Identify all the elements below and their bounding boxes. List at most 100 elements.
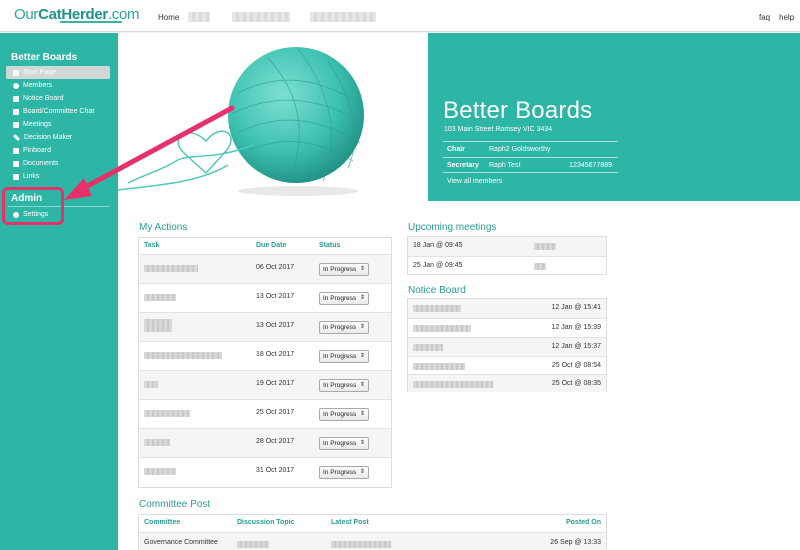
due-date: 28 Oct 2017 [256, 438, 295, 445]
committee-post-title: Committee Post [139, 499, 211, 510]
sidebar-item-start-page[interactable]: Start Page [6, 66, 110, 79]
column-header-due-date[interactable]: Due Date [256, 238, 286, 254]
list-item[interactable]: 25 Jan @ 09:45 [408, 256, 606, 275]
help-link[interactable]: help [779, 13, 794, 22]
calendar-icon [13, 121, 19, 128]
notice-board-table: 12 Jan @ 15:41 12 Jan @ 15:39 12 Jan @ 1… [407, 298, 607, 392]
organization-address: 103 Main Street Romsey VIC 3434 [444, 126, 553, 133]
discussion-topic-redacted[interactable] [237, 541, 269, 548]
task-name-redacted[interactable] [144, 410, 190, 417]
user-icon [13, 82, 19, 89]
nav-home-link[interactable]: Home [158, 13, 179, 22]
column-header-committee[interactable]: Committee [144, 515, 180, 531]
due-date: 13 Oct 2017 [256, 322, 295, 329]
status-select[interactable]: In Progress ⇕ [319, 321, 369, 334]
list-item[interactable]: 18 Jan @ 09:45 [408, 237, 606, 256]
notice-datetime: 25 Oct @ 08:35 [551, 380, 601, 387]
task-name-redacted[interactable] [144, 265, 198, 272]
status-select[interactable]: In Progress ⇕ [319, 437, 369, 450]
table-row[interactable]: 13 Oct 2017 In Progress ⇕ [139, 283, 391, 312]
view-all-members-link[interactable]: View all members [447, 178, 502, 185]
secretary-row: Secretary Raph Test 12345677889 [443, 157, 618, 173]
chevron-updown-icon: ⇕ [359, 411, 365, 417]
table-row[interactable]: Governance Committee 26 Sep @ 13:33 [139, 532, 606, 550]
yarn-ball-illustration [118, 47, 364, 196]
sidebar-item-label: Pinboard [23, 147, 52, 154]
table-row[interactable]: 18 Oct 2017 In Progress ⇕ [139, 341, 391, 370]
top-bar: OurCatHerder.com Home faq help [0, 0, 800, 32]
list-item[interactable]: 25 Oct @ 08:35 [408, 374, 606, 392]
status-select[interactable]: In Progress ⇕ [319, 292, 369, 305]
task-name-redacted[interactable] [144, 439, 170, 446]
upcoming-meetings-table: 18 Jan @ 09:45 25 Jan @ 09:45 [407, 236, 607, 275]
status-select[interactable]: In Progress ⇕ [319, 408, 369, 421]
task-name-redacted[interactable] [144, 352, 222, 359]
table-row[interactable]: 31 Oct 2017 In Progress ⇕ [139, 457, 391, 487]
task-name-redacted[interactable] [144, 381, 158, 388]
committee-name[interactable]: Governance Committee [144, 539, 218, 546]
sidebar-item-pinboard[interactable]: Pinboard [6, 144, 110, 157]
nav-link-redacted[interactable] [188, 12, 210, 22]
my-actions-table: Task Due Date Status 06 Oct 2017 In Prog… [138, 237, 392, 488]
column-header-posted-on[interactable]: Posted On [566, 515, 601, 531]
chair-row: Chair Raph2 Goldsworthy [443, 141, 618, 157]
notice-title-redacted[interactable] [413, 344, 443, 351]
sidebar-item-links[interactable]: Links [6, 170, 110, 183]
due-date: 06 Oct 2017 [256, 264, 295, 271]
nav-link-redacted[interactable] [310, 12, 376, 22]
notice-title-redacted[interactable] [413, 305, 461, 312]
sidebar-item-members[interactable]: Members [6, 79, 110, 92]
sidebar-item-decision-maker[interactable]: Decision Maker [6, 131, 110, 144]
notice-title-redacted[interactable] [413, 325, 471, 332]
chevron-updown-icon: ⇕ [359, 353, 365, 359]
column-header-discussion-topic[interactable]: Discussion Topic [237, 515, 294, 531]
column-header-task[interactable]: Task [144, 238, 159, 254]
due-date: 31 Oct 2017 [256, 467, 295, 474]
task-name-redacted[interactable] [144, 319, 172, 332]
sidebar-item-board-chat[interactable]: Board/Committee Chat [6, 105, 110, 118]
nav-link-redacted[interactable] [232, 12, 290, 22]
sidebar-title: Better Boards [11, 52, 78, 63]
table-row[interactable]: 06 Oct 2017 In Progress ⇕ [139, 254, 391, 283]
table-row[interactable]: 13 Oct 2017 In Progress ⇕ [139, 312, 391, 341]
column-header-status[interactable]: Status [319, 238, 340, 254]
status-select[interactable]: In Progress ⇕ [319, 379, 369, 392]
list-item[interactable]: 12 Jan @ 15:41 [408, 299, 606, 318]
admin-highlight-box [2, 187, 64, 225]
status-select[interactable]: In Progress ⇕ [319, 263, 369, 276]
status-select[interactable]: In Progress ⇕ [319, 350, 369, 363]
list-item[interactable]: 25 Oct @ 08:54 [408, 356, 606, 374]
task-name-redacted[interactable] [144, 294, 176, 301]
due-date: 13 Oct 2017 [256, 293, 295, 300]
status-value: In Progress [323, 353, 357, 360]
list-item[interactable]: 12 Jan @ 15:39 [408, 318, 606, 337]
upcoming-meetings-title: Upcoming meetings [408, 222, 497, 233]
sidebar-item-label: Links [23, 173, 40, 180]
my-actions-title: My Actions [139, 222, 188, 233]
meeting-name-redacted[interactable] [534, 263, 546, 270]
meeting-name-redacted[interactable] [534, 243, 556, 250]
sidebar-item-documents[interactable]: Documents [6, 157, 110, 170]
meeting-datetime: 25 Jan @ 09:45 [413, 262, 463, 269]
sidebar-item-notice-board[interactable]: Notice Board [6, 92, 110, 105]
sidebar-item-meetings[interactable]: Meetings [6, 118, 110, 131]
faq-link[interactable]: faq [759, 13, 770, 22]
organization-name: Better Boards [443, 97, 593, 124]
sidebar-item-label: Documents [23, 160, 59, 167]
secretary-name[interactable]: Raph Test [489, 158, 520, 174]
table-row[interactable]: 19 Oct 2017 In Progress ⇕ [139, 370, 391, 399]
status-select[interactable]: In Progress ⇕ [319, 466, 369, 479]
notice-title-redacted[interactable] [413, 363, 465, 370]
meeting-datetime: 18 Jan @ 09:45 [413, 242, 463, 249]
secretary-label: Secretary [447, 162, 479, 169]
chair-name[interactable]: Raph2 Goldsworthy [489, 142, 550, 158]
latest-post-redacted[interactable] [331, 541, 391, 548]
column-header-latest-post[interactable]: Latest Post [331, 515, 369, 531]
logo-text-light: Our [14, 6, 39, 23]
notice-title-redacted[interactable] [413, 381, 493, 388]
list-item[interactable]: 12 Jan @ 15:37 [408, 337, 606, 356]
table-row[interactable]: 28 Oct 2017 In Progress ⇕ [139, 428, 391, 457]
task-name-redacted[interactable] [144, 468, 176, 475]
status-value: In Progress [323, 469, 357, 476]
table-row[interactable]: 25 Oct 2017 In Progress ⇕ [139, 399, 391, 428]
